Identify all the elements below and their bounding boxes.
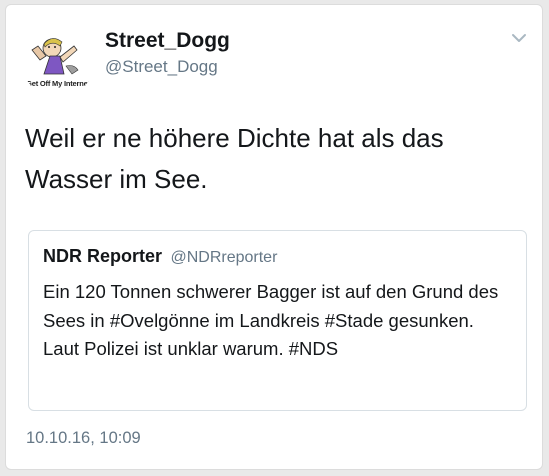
tweet-card: Get Off My Internet Street_Dogg @Street_… [5, 4, 543, 470]
tweet-text: Weil er ne höhere Dichte hat als das Was… [25, 123, 444, 194]
quoted-tweet-text: Ein 120 Tonnen schwerer Bagger ist auf d… [43, 281, 499, 359]
quoted-tweet[interactable]: NDR Reporter @NDRreporter Ein 120 Tonnen… [28, 230, 527, 411]
tweet-timestamp[interactable]: 10.10.16, 10:09 [26, 429, 141, 448]
display-name[interactable]: Street_Dogg [105, 29, 230, 53]
user-handle[interactable]: @Street_Dogg [105, 57, 218, 77]
chevron-down-icon[interactable] [510, 31, 528, 45]
quoted-display-name: NDR Reporter [43, 246, 163, 266]
quoted-tweet-header: NDR Reporter @NDRreporter [43, 246, 277, 267]
avatar-caption: Get Off My Internet [26, 79, 90, 88]
avatar[interactable]: Get Off My Internet [22, 26, 94, 98]
quoted-user-handle: @NDRreporter [170, 249, 278, 266]
